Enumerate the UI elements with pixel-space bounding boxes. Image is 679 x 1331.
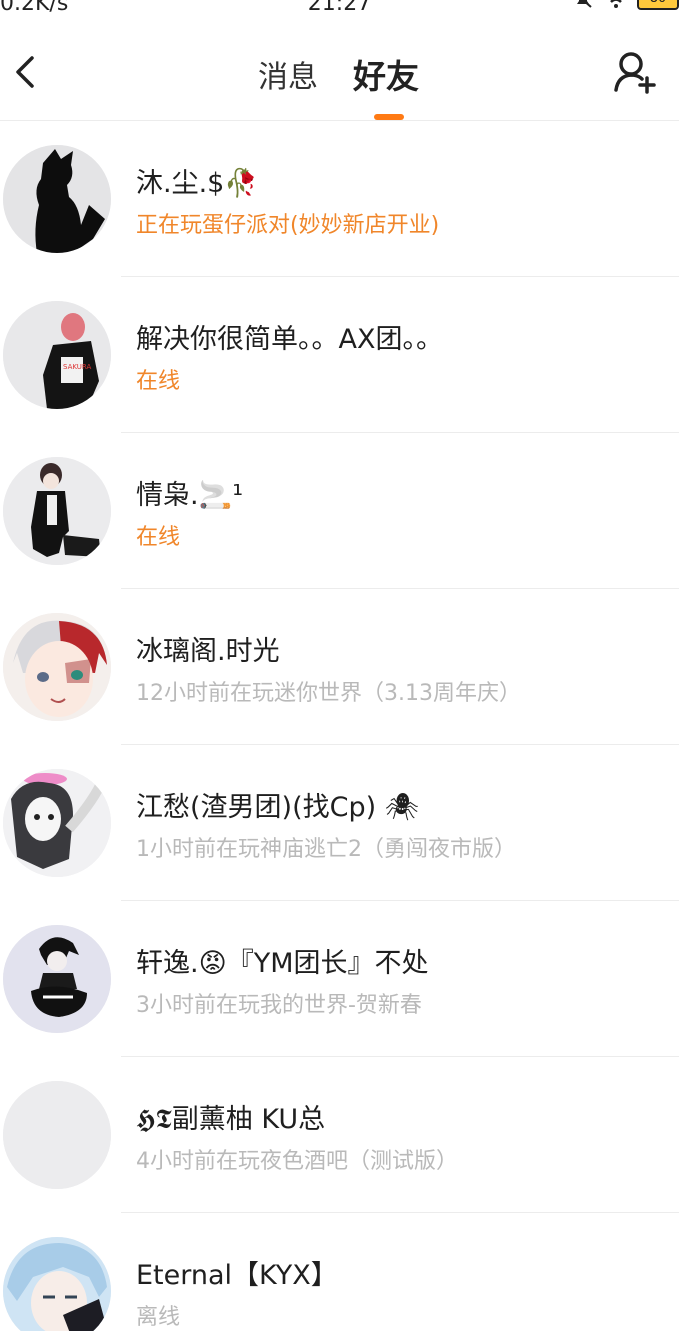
friend-name: 冰璃阁.时光 (136, 636, 280, 667)
friend-name: 解决你很简单。。AX团。。 (136, 324, 443, 355)
friend-row[interactable]: Eternal【KYX】 离线 (0, 1213, 679, 1331)
chevron-left-icon (16, 56, 34, 88)
tab-friends[interactable]: 好友 (353, 50, 419, 98)
avatar-image (3, 1237, 111, 1331)
avatar-image (3, 925, 111, 1033)
friend-name: 江愁(渣男团)(找Cp) 🕷 (136, 792, 419, 823)
friend-status: 在线 (136, 525, 181, 550)
friend-status: 在线 (136, 369, 181, 394)
active-tab-indicator (374, 114, 404, 120)
friend-row[interactable]: 𝕳𝕿副薰柚 KU总 4小时前在玩夜色酒吧（测试版） (0, 1057, 679, 1213)
friend-status: 正在玩蛋仔派对(妙妙新店开业) (136, 213, 440, 238)
battery-icon: 80 (637, 0, 679, 10)
back-button[interactable] (8, 48, 48, 96)
friend-name: 情枭.🚬¹ (136, 480, 244, 511)
add-user-icon (614, 52, 656, 94)
svg-text:SAKURA: SAKURA (63, 363, 91, 371)
friend-name: 轩逸.😡『YM团长』不处 (136, 948, 429, 979)
friend-list: 沐.尘.$🥀 正在玩蛋仔派对(妙妙新店开业) SAKURA 解决你很简单。。AX… (0, 121, 679, 1331)
avatar-image (3, 769, 111, 877)
avatar[interactable] (3, 613, 111, 721)
avatar[interactable] (3, 145, 111, 253)
friend-name: 沐.尘.$🥀 (136, 168, 258, 199)
tab-messages[interactable]: 消息 (258, 52, 318, 96)
friends-screen: 0.2K/s 21:27 80 消息 好友 (0, 0, 679, 1331)
avatar[interactable] (3, 1081, 111, 1189)
friend-row[interactable]: 江愁(渣男团)(找Cp) 🕷 1小时前在玩神庙逃亡2（勇闯夜市版） (0, 745, 679, 901)
friend-status: 12小时前在玩迷你世界（3.13周年庆） (136, 681, 521, 706)
nav-bar: 消息 好友 (0, 20, 679, 121)
avatar-image (3, 145, 111, 253)
battery-level: 80 (650, 0, 667, 6)
avatar[interactable]: SAKURA (3, 301, 111, 409)
avatar-image (3, 613, 111, 721)
avatar[interactable] (3, 1237, 111, 1331)
friend-status: 离线 (136, 1305, 181, 1330)
friend-status: 1小时前在玩神庙逃亡2（勇闯夜市版） (136, 837, 516, 862)
friend-status: 4小时前在玩夜色酒吧（测试版） (136, 1149, 458, 1174)
status-icons: 80 (559, 0, 679, 12)
bell-muted-icon (577, 0, 592, 8)
avatar[interactable] (3, 769, 111, 877)
avatar-image (3, 1081, 111, 1189)
avatar[interactable] (3, 457, 111, 565)
friend-row[interactable]: SAKURA 解决你很简单。。AX团。。 在线 (0, 277, 679, 433)
friend-row[interactable]: 冰璃阁.时光 12小时前在玩迷你世界（3.13周年庆） (0, 589, 679, 745)
status-bar: 0.2K/s 21:27 80 (0, 0, 679, 20)
friend-row[interactable]: 沐.尘.$🥀 正在玩蛋仔派对(妙妙新店开业) (0, 121, 679, 277)
wifi-icon (610, 0, 622, 8)
friend-row[interactable]: 情枭.🚬¹ 在线 (0, 433, 679, 589)
friend-name: Eternal【KYX】 (136, 1260, 338, 1291)
avatar-image: SAKURA (3, 301, 111, 409)
friend-status: 3小时前在玩我的世界-贺新春 (136, 993, 422, 1018)
avatar-image (3, 457, 111, 565)
friend-name: 𝕳𝕿副薰柚 KU总 (136, 1104, 326, 1135)
add-friend-button[interactable] (612, 50, 658, 96)
friend-row[interactable]: 轩逸.😡『YM团长』不处 3小时前在玩我的世界-贺新春 (0, 901, 679, 1057)
avatar[interactable] (3, 925, 111, 1033)
